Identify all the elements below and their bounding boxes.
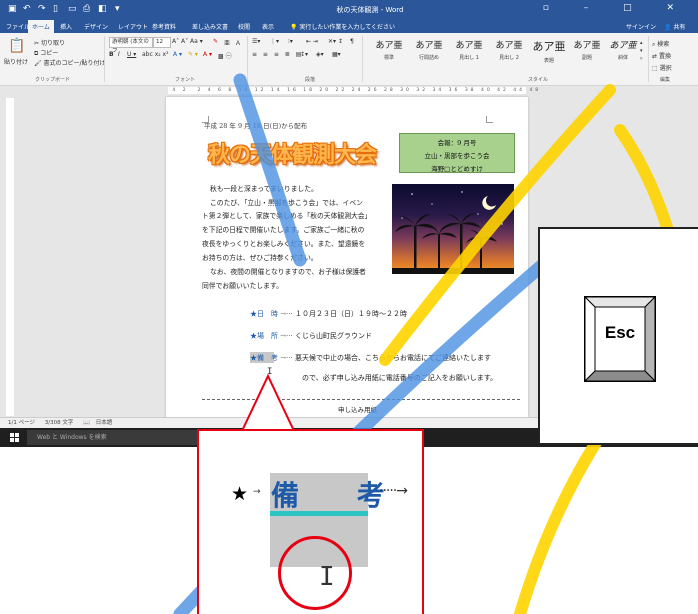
highlight-circle [278, 536, 352, 610]
ibeam-cursor-icon: I [319, 562, 335, 592]
tab-arrow-icon: → [253, 487, 261, 497]
zoom-callout: ★ → 備 考 ·····→ I [197, 429, 424, 614]
tab-dots: ·····→ [379, 483, 408, 499]
star-bullet: ★ [231, 483, 249, 505]
